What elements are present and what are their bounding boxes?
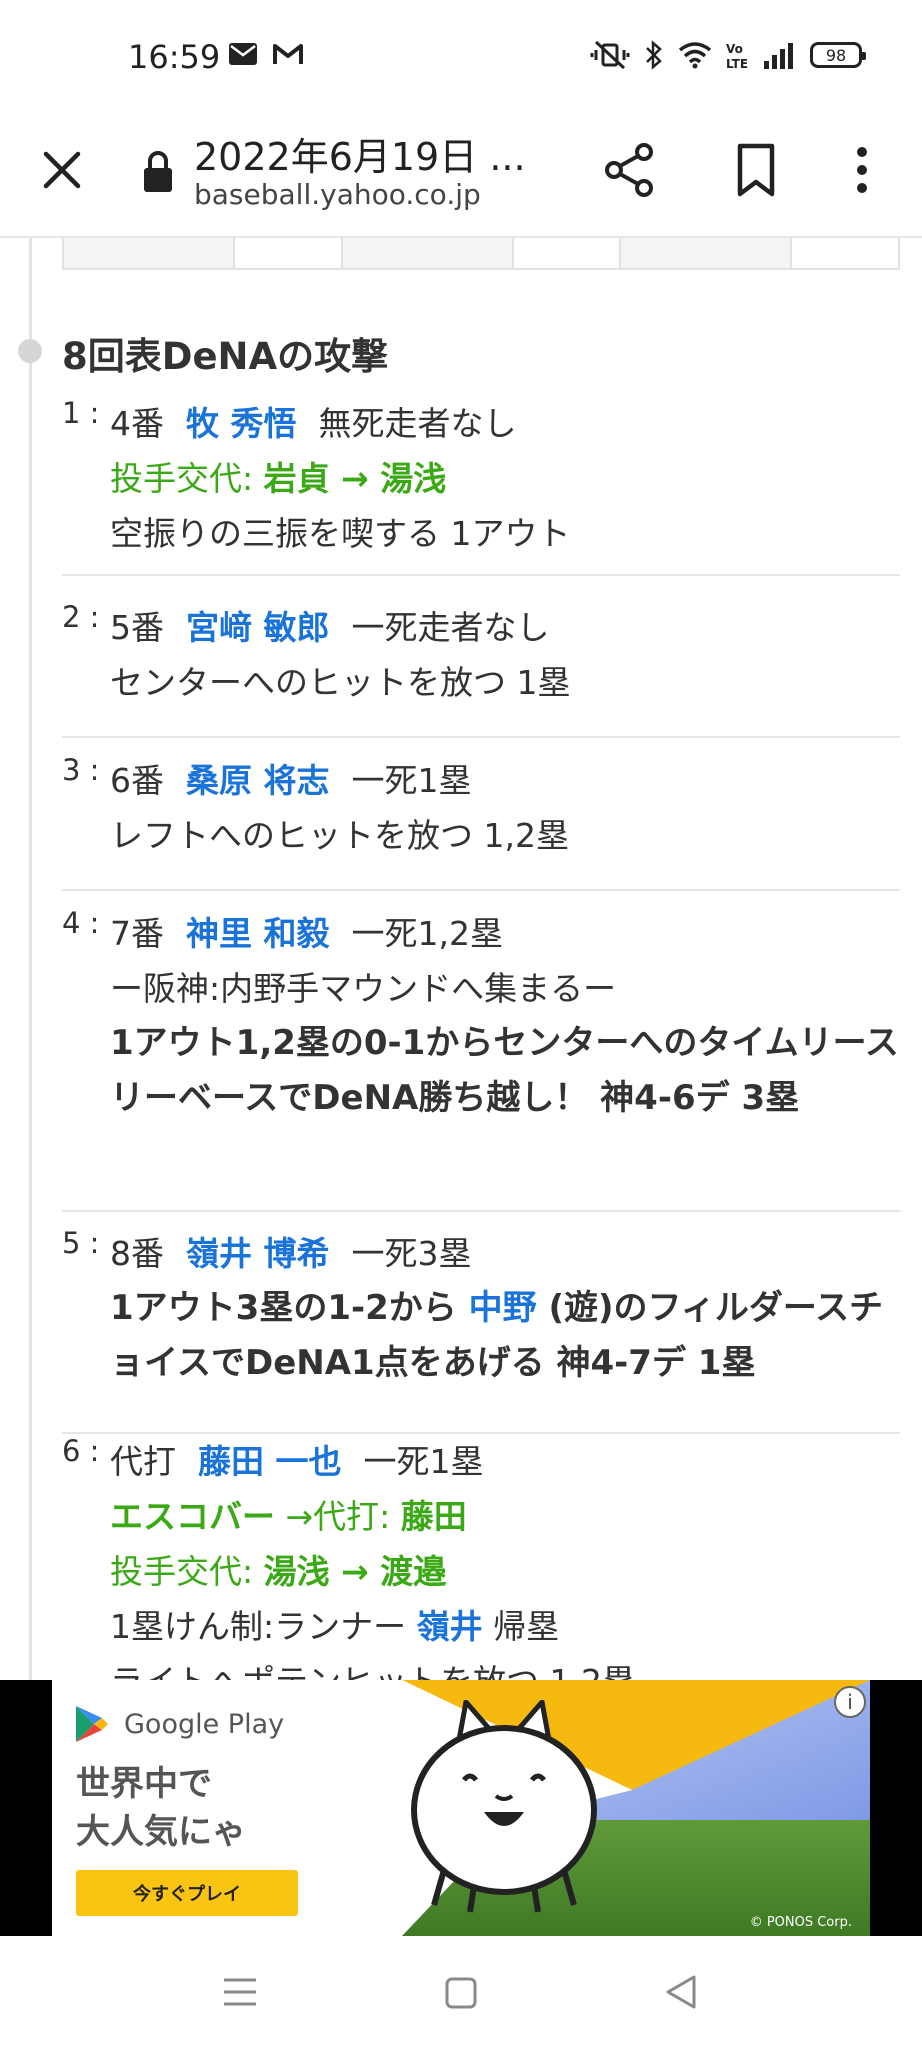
pitcher-change-value: 岩貞 → 湯浅 (263, 459, 447, 498)
store-name: Google Play (124, 1708, 285, 1740)
runner-link[interactable]: 嶺井 (417, 1607, 483, 1646)
wifi-icon (678, 42, 712, 69)
play-result: ライトへポテンヒットを放つ 1,2塁 (110, 1654, 900, 1680)
play-item: 6 : 代打 藤田 一也 一死1塁 エスコバー →代打: 藤田 投手交代: 湯浅 →… (62, 1434, 900, 1680)
play-number: 6 : (62, 1434, 100, 1468)
batting-order: 4番 (110, 404, 164, 443)
bluetooth-icon (646, 40, 662, 70)
situation: 一死1,2塁 (351, 914, 503, 953)
menu-icon[interactable] (222, 1976, 258, 2008)
back-icon[interactable] (664, 1974, 698, 2010)
play-result: 空振りの三振を喫する 1アウト (110, 514, 571, 553)
play-result: レフトへのヒットを放つ 1,2塁 (110, 816, 569, 855)
batting-order: 8番 (110, 1234, 164, 1273)
share-icon[interactable] (600, 140, 660, 200)
pitcher-change-value: 湯浅 → 渡邉 (263, 1552, 447, 1591)
system-navigation-bar (0, 1936, 922, 2048)
substitute-player: 藤田 (400, 1497, 467, 1536)
google-play-logo: Google Play (74, 1704, 284, 1744)
batter-link[interactable]: 藤田 一也 (198, 1442, 342, 1481)
cat-mascot-image (411, 1700, 597, 1913)
play-result: 1アウト3塁の1-2から 中野 (遊)のフィルダースチョイスでDeNA1点をあげ… (110, 1288, 884, 1383)
play-now-button[interactable]: 今すぐプレイ (76, 1870, 298, 1916)
pickoff-result: 帰塁 (493, 1607, 560, 1646)
batting-order: 7番 (110, 914, 164, 953)
ad-info-icon[interactable]: i (834, 1686, 866, 1718)
batting-order: 代打 (110, 1442, 176, 1481)
situation: 一死1塁 (363, 1442, 484, 1481)
browser-toolbar: 2022年6月19日 ... baseball.yahoo.co.jp (0, 110, 922, 238)
play-item: 2 : 5番 宮﨑 敏郎 一死走者なし センターへのヒットを放つ 1塁 (62, 600, 900, 738)
substitution-label: →代打: (285, 1497, 391, 1536)
play-item: 5 : 8番 嶺井 博希 一死3塁 1アウト3塁の1-2から 中野 (遊)のフィルダ… (62, 1226, 900, 1434)
svg-text:LTE: LTE (726, 57, 748, 70)
play-note: ー阪神:内野手マウンドへ集まるー (110, 969, 617, 1008)
play-number: 1 : (62, 396, 100, 430)
inning-title: 8回表DeNAの攻撃 (62, 335, 389, 378)
system-icons: Vo LTE 98 (590, 40, 866, 70)
play-number: 5 : (62, 1226, 100, 1260)
batter-link[interactable]: 宮﨑 敏郎 (186, 608, 330, 647)
situation: 一死3塁 (351, 1234, 472, 1273)
score-table-bottom (62, 238, 900, 270)
play-result: 1アウト1,2塁の0-1からセンターへのタイムリースリーベースでDeNA勝ち越し… (110, 1023, 899, 1118)
pitcher-change-label: 投手交代: (110, 1552, 254, 1591)
close-icon[interactable] (36, 144, 88, 196)
status-time: 16:59 (128, 38, 221, 76)
ad-creative[interactable]: Google Play 世界中で 大人気にゃ 今すぐプレイ © PONOS Co… (52, 1680, 870, 1936)
play-number: 2 : (62, 600, 100, 634)
pickoff-text: 1塁けん制:ランナー (110, 1607, 407, 1646)
play-item: 3 : 6番 桑原 将志 一死1塁 レフトへのヒットを放つ 1,2塁 (62, 753, 900, 891)
signal-icon (764, 43, 793, 69)
batter-link[interactable]: 神里 和毅 (186, 914, 330, 953)
play-by-play-content: 8回表DeNAの攻撃 1 : 4番牧 秀悟 無死走者なし 投手交代: 岩貞 → 湯… (0, 238, 922, 1680)
page-title[interactable]: 2022年6月19日 ... (194, 126, 526, 181)
batter-link[interactable]: 桑原 将志 (186, 761, 330, 800)
pitcher-change-label: 投手交代: (110, 459, 254, 498)
situation: 一死1塁 (351, 761, 472, 800)
situation: 一死走者なし (351, 608, 550, 647)
mute-vibrate-icon (590, 40, 630, 70)
status-bar: 16:59 Vo LTE 98 (0, 0, 922, 110)
gmail-icon (273, 44, 303, 64)
ad-banner[interactable]: Google Play 世界中で 大人気にゃ 今すぐプレイ © PONOS Co… (0, 1680, 922, 1936)
ad-credit: © PONOS Corp. (749, 1915, 852, 1930)
play-result: センターへのヒットを放つ 1塁 (110, 663, 571, 702)
google-play-icon (76, 1706, 108, 1742)
play-number: 3 : (62, 753, 100, 787)
volte-icon: VoLTE (726, 42, 748, 70)
situation: 無死走者なし (318, 404, 517, 443)
timeline-line (29, 238, 32, 1680)
ad-headline: 世界中で 大人気にゃ (76, 1764, 246, 1852)
home-icon[interactable] (444, 1976, 478, 2010)
play-item: 1 : 4番牧 秀悟 無死走者なし 投手交代: 岩貞 → 湯浅 空振りの三振を喫す… (62, 396, 900, 576)
play-item: 4 : 7番 神里 和毅 一死1,2塁 ー阪神:内野手マウンドへ集まるー 1アウト1… (62, 906, 900, 1212)
play-number: 4 : (62, 906, 100, 940)
battery-icon: 98 (810, 42, 866, 68)
lock-icon[interactable] (142, 150, 174, 194)
mail-icon (229, 43, 257, 65)
substituted-player: エスコバー (110, 1497, 275, 1536)
bookmark-icon[interactable] (726, 140, 786, 200)
timeline-dot (18, 339, 42, 363)
batting-order: 5番 (110, 608, 164, 647)
fielder-link[interactable]: 中野 (469, 1288, 537, 1328)
more-options-icon[interactable] (840, 140, 884, 200)
svg-text:Vo: Vo (726, 42, 743, 56)
notification-icons (228, 42, 304, 66)
batter-link[interactable]: 嶺井 博希 (186, 1234, 330, 1273)
batting-order: 6番 (110, 761, 164, 800)
page-url[interactable]: baseball.yahoo.co.jp (194, 178, 481, 211)
batter-link[interactable]: 牧 秀悟 (186, 404, 297, 443)
